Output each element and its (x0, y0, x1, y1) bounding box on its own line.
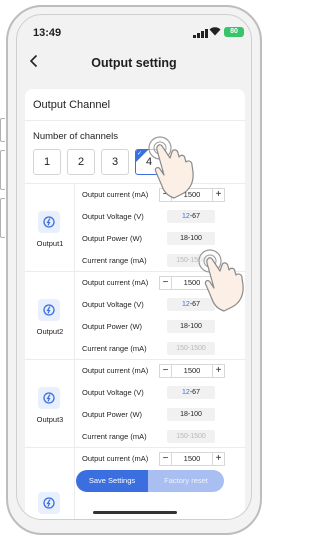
range-label: Current range (mA) (82, 256, 147, 265)
current-stepper[interactable]: − 1500 + (159, 452, 229, 466)
signal-icon (193, 29, 208, 38)
voltage-max: 67 (192, 389, 200, 396)
side-button (0, 150, 5, 190)
tap-hand-icon (146, 132, 216, 205)
voltage-label: Output Voltage (V) (82, 212, 144, 221)
battery-icon: 80 (224, 27, 244, 37)
increment-button[interactable]: + (212, 452, 225, 466)
output-icon (38, 387, 60, 409)
output-icon (38, 211, 60, 233)
current-label: Output current (mA) (82, 454, 149, 463)
range-label: Current range (mA) (82, 432, 147, 441)
power-label: Output Power (W) (82, 322, 143, 331)
output-header: Output2 (25, 272, 75, 359)
factory-reset-button[interactable]: Factory reset (148, 470, 224, 492)
wifi-icon (209, 26, 221, 39)
channel-option-label: 3 (111, 156, 119, 168)
output-name: Output3 (36, 415, 64, 424)
output-header: Output1 (25, 184, 75, 271)
tap-hand-icon (196, 245, 266, 318)
channels-label: Number of channels (33, 131, 119, 142)
voltage-value: 12-67 (167, 210, 215, 223)
current-label: Output current (mA) (82, 190, 149, 199)
voltage-min: 12 (182, 213, 190, 220)
increment-button[interactable]: + (212, 364, 225, 378)
voltage-label: Output Voltage (V) (82, 300, 144, 309)
action-bar: Save Settings Factory reset (76, 470, 224, 492)
output-name: Output2 (36, 327, 64, 336)
current-value[interactable]: 1500 (172, 452, 212, 466)
output-icon (38, 492, 60, 514)
current-label: Output current (mA) (82, 366, 149, 375)
current-stepper[interactable]: − 1500 + (159, 364, 229, 378)
voltage-max: 67 (192, 213, 200, 220)
power-value: 18-100 (167, 320, 215, 333)
output-block-3: Output3 Output current (mA) − 1500 + Out… (25, 359, 245, 447)
range-value: 150-1500 (167, 430, 215, 443)
current-value[interactable]: 1500 (172, 364, 212, 378)
home-indicator (93, 511, 177, 514)
status-bar: 13:49 80 (17, 15, 251, 47)
power-value: 18-100 (167, 408, 215, 421)
output-header: Output3 (25, 360, 75, 447)
voltage-value: 12-67 (167, 386, 215, 399)
decrement-button[interactable]: − (159, 364, 172, 378)
output-name: Output1 (36, 239, 64, 248)
output-header (25, 448, 75, 519)
section-title: Output Channel (25, 89, 245, 121)
status-time: 13:49 (33, 27, 62, 39)
voltage-label: Output Voltage (V) (82, 388, 144, 397)
voltage-min: 12 (182, 301, 190, 308)
decrement-button[interactable]: − (159, 276, 172, 290)
save-settings-button[interactable]: Save Settings (76, 470, 148, 492)
nav-bar: Output setting (17, 47, 251, 81)
current-label: Output current (mA) (82, 278, 149, 287)
channel-option-label: 1 (43, 156, 51, 168)
range-value: 150-1500 (167, 342, 215, 355)
channel-option-3[interactable]: 3 (101, 149, 129, 175)
range-label: Current range (mA) (82, 344, 147, 353)
decrement-button[interactable]: − (159, 452, 172, 466)
channel-option-2[interactable]: 2 (67, 149, 95, 175)
page-title: Output setting (91, 56, 177, 70)
output-icon (38, 299, 60, 321)
side-button (0, 198, 5, 238)
side-button (0, 118, 5, 142)
voltage-min: 12 (182, 389, 190, 396)
power-label: Output Power (W) (82, 410, 143, 419)
channel-option-label: 2 (77, 156, 85, 168)
channel-option-1[interactable]: 1 (33, 149, 61, 175)
power-label: Output Power (W) (82, 234, 143, 243)
power-value: 18-100 (167, 232, 215, 245)
